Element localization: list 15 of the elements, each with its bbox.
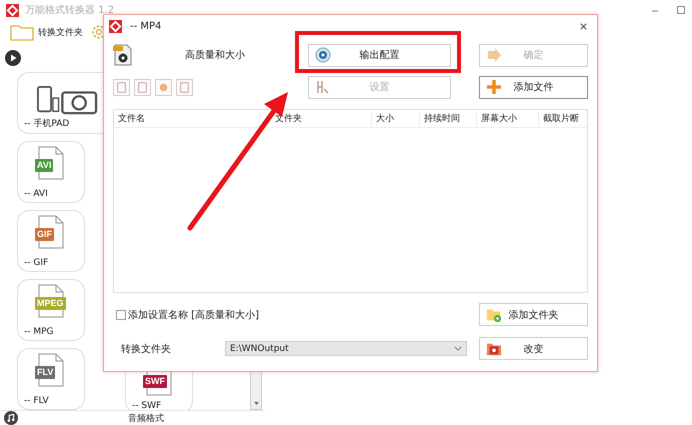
format-badge: AVI <box>35 159 54 172</box>
card-label: -- FLV <box>24 396 49 406</box>
card-label: -- SWF <box>132 401 162 410</box>
card-label: -- AVI <box>24 189 48 199</box>
card-label: -- GIF <box>24 258 48 268</box>
format-badge: GIF <box>35 228 54 241</box>
format-badge: SWF <box>143 375 167 388</box>
format-badge: MPEG <box>35 297 66 310</box>
dialog-title: -- MP4 <box>130 20 162 32</box>
card-label: -- MPG <box>24 327 54 337</box>
format-badge: FLV <box>35 366 56 379</box>
app-title: 万能格式转换器 1.2 <box>25 4 114 17</box>
card-label: -- 手机PAD <box>24 118 70 130</box>
preset-name: 高质量和大小 <box>185 48 245 62</box>
checkbox-label: 添加设置名称 [高质量和大小] <box>128 308 259 322</box>
